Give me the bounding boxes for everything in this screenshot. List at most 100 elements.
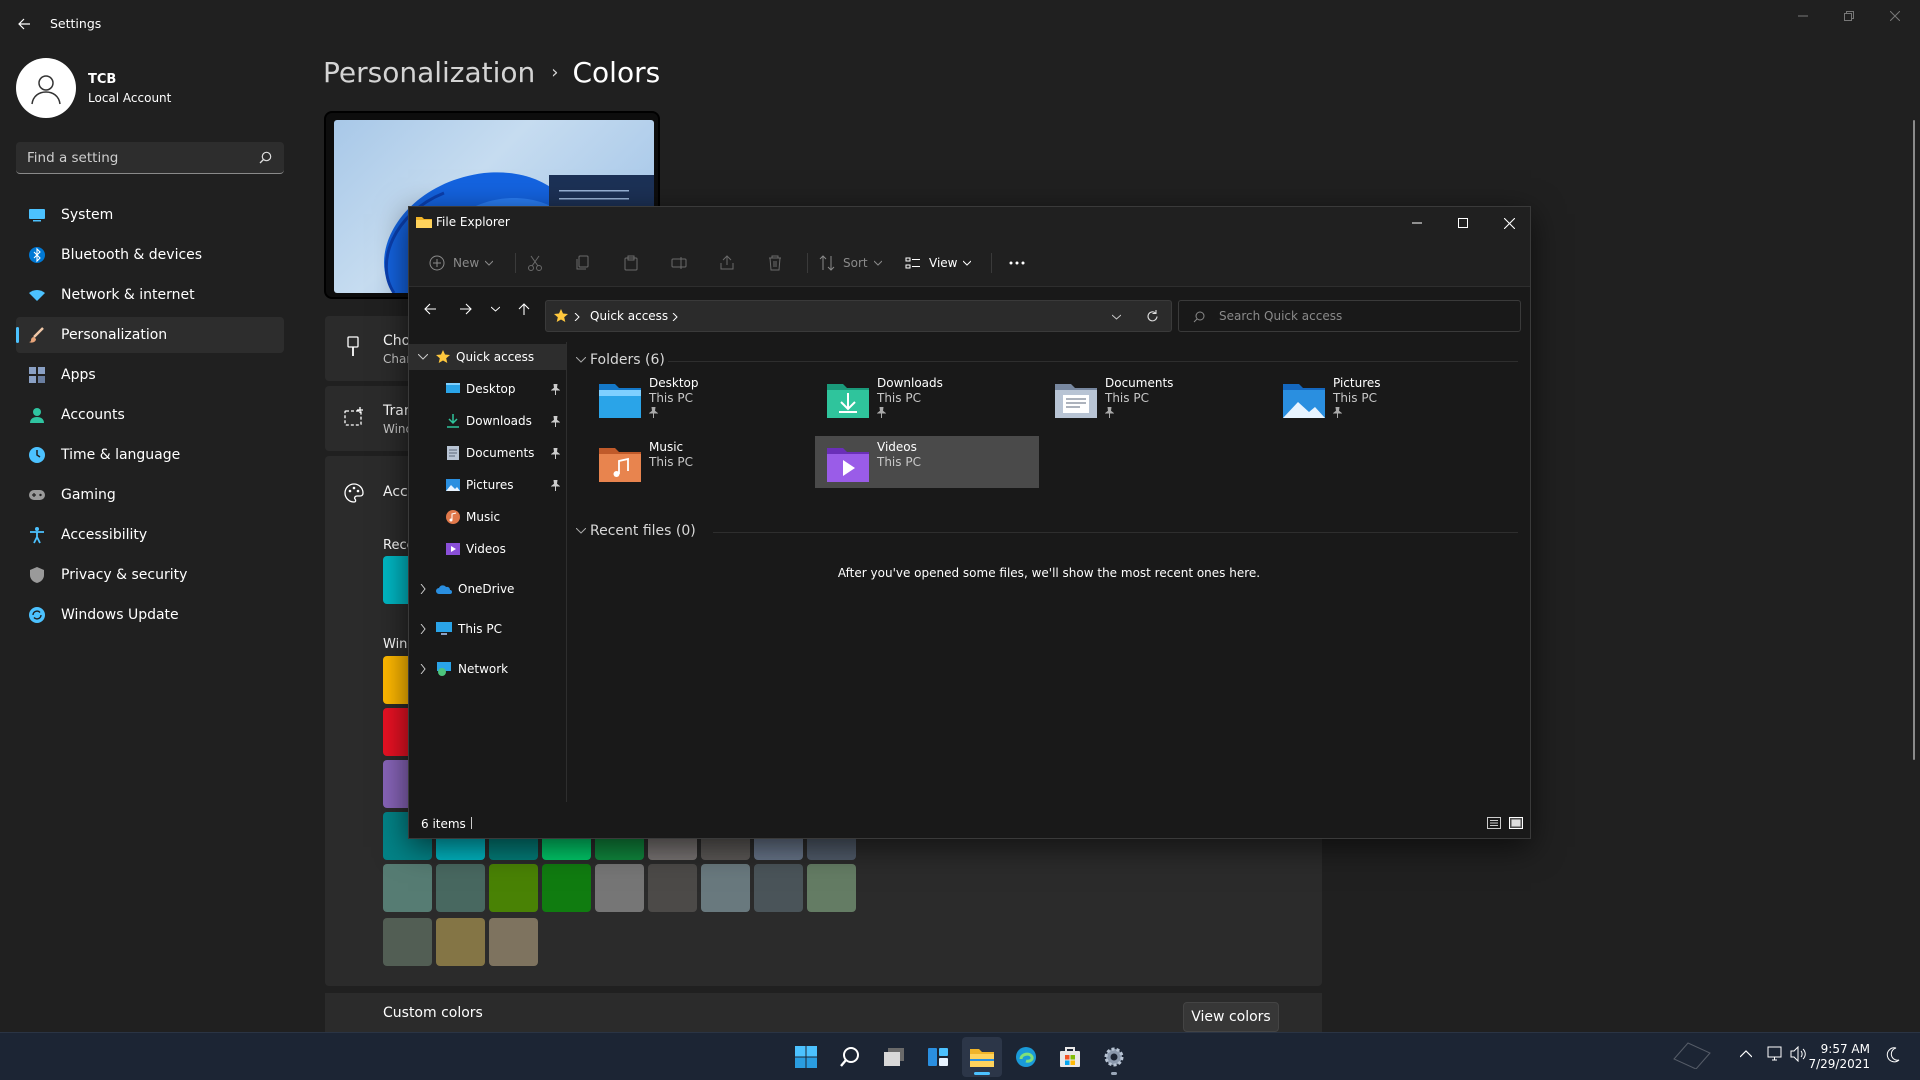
- sidebar-item-network[interactable]: Network: [409, 656, 566, 682]
- nav-item-apps[interactable]: Apps: [16, 357, 284, 393]
- sidebar-item-onedrive[interactable]: OneDrive: [409, 576, 566, 602]
- recent-locations-chevron-icon[interactable]: [483, 297, 507, 321]
- widgets-icon[interactable]: [918, 1037, 958, 1077]
- share-icon[interactable]: [719, 251, 735, 275]
- accent-color-swatch[interactable]: [383, 918, 432, 966]
- accent-color-swatch[interactable]: [489, 864, 538, 912]
- recent-files-group-header[interactable]: Recent files (0): [576, 523, 696, 539]
- nav-item-accounts[interactable]: Accounts: [16, 397, 284, 433]
- copy-icon[interactable]: [575, 251, 591, 275]
- folder-tile-documents[interactable]: Documents This PC: [1043, 372, 1267, 424]
- folder-tile-downloads[interactable]: Downloads This PC: [815, 372, 1039, 424]
- network-status-icon[interactable]: [1766, 1046, 1782, 1062]
- back-arrow-icon[interactable]: [418, 297, 442, 321]
- tiles-view-icon[interactable]: [1509, 817, 1523, 829]
- folder-tile-music[interactable]: Music This PC: [587, 436, 811, 488]
- focus-assist-moon-icon[interactable]: [1886, 1047, 1900, 1063]
- nav-item-personalization[interactable]: Personalization: [16, 317, 284, 353]
- close-icon[interactable]: [1486, 207, 1532, 239]
- accent-color-swatch[interactable]: [436, 918, 485, 966]
- accent-color-swatch[interactable]: [648, 864, 697, 912]
- paste-icon[interactable]: [623, 251, 639, 275]
- more-options-icon[interactable]: [1003, 251, 1031, 275]
- accent-color-swatch[interactable]: [754, 864, 803, 912]
- sidebar-item-this-pc[interactable]: This PC: [409, 616, 566, 642]
- recycle-bin-ghost-icon: [1673, 1042, 1711, 1069]
- new-label: New: [453, 256, 480, 270]
- nav-item-windows-update[interactable]: Windows Update: [16, 597, 284, 633]
- nav-item-system[interactable]: System: [16, 197, 284, 233]
- file-explorer-icon[interactable]: [962, 1037, 1002, 1077]
- minimize-icon[interactable]: [1780, 0, 1826, 32]
- rename-icon[interactable]: [671, 251, 687, 275]
- nav-item-bluetooth[interactable]: Bluetooth & devices: [16, 237, 284, 273]
- folder-tile-desktop[interactable]: Desktop This PC: [587, 372, 811, 424]
- content-pane: Folders (6) Desktop This PC Downloads Th…: [568, 342, 1530, 802]
- restore-icon[interactable]: [1826, 0, 1872, 32]
- videos-icon: [446, 543, 460, 555]
- refresh-icon[interactable]: [1146, 310, 1159, 323]
- chevron-up-icon[interactable]: [1740, 1050, 1752, 1058]
- view-button[interactable]: View: [905, 251, 972, 275]
- folder-tile-pictures[interactable]: Pictures This PC: [1271, 372, 1495, 424]
- nav-item-gaming[interactable]: Gaming: [16, 477, 284, 513]
- sidebar-item-videos[interactable]: Videos: [409, 536, 566, 562]
- clock[interactable]: 9:57 AM 7/29/2021: [1808, 1042, 1870, 1072]
- avatar[interactable]: [16, 58, 76, 118]
- sidebar-label: Pictures: [466, 478, 514, 492]
- forward-arrow-icon[interactable]: [453, 297, 477, 321]
- nav-item-time-language[interactable]: Time & language: [16, 437, 284, 473]
- nav-item-network[interactable]: Network & internet: [16, 277, 284, 313]
- nav-item-privacy[interactable]: Privacy & security: [16, 557, 284, 593]
- cut-icon[interactable]: [527, 251, 543, 275]
- sidebar-item-music[interactable]: Music: [409, 504, 566, 530]
- close-icon[interactable]: [1872, 0, 1918, 32]
- settings-search-input[interactable]: Find a setting: [16, 142, 284, 174]
- minimize-icon[interactable]: [1394, 207, 1440, 239]
- store-icon[interactable]: [1050, 1037, 1090, 1077]
- accent-color-swatch[interactable]: [489, 918, 538, 966]
- chevron-down-icon: [576, 357, 586, 363]
- task-view-icon[interactable]: [874, 1037, 914, 1077]
- start-icon[interactable]: [786, 1037, 826, 1077]
- sidebar-item-desktop[interactable]: Desktop: [409, 376, 566, 402]
- view-colors-button[interactable]: View colors: [1183, 1002, 1279, 1032]
- edge-icon[interactable]: [1006, 1037, 1046, 1077]
- accent-color-swatch[interactable]: [807, 864, 856, 912]
- details-view-icon[interactable]: [1487, 817, 1501, 829]
- sidebar-item-downloads[interactable]: Downloads: [409, 408, 566, 434]
- explorer-search-input[interactable]: Search Quick access: [1178, 300, 1521, 332]
- address-dropdown-chevron-icon[interactable]: [1112, 314, 1121, 320]
- nav-label: Gaming: [61, 487, 116, 503]
- up-arrow-icon[interactable]: [512, 297, 536, 321]
- sidebar-item-pictures[interactable]: Pictures: [409, 472, 566, 498]
- folders-group-header[interactable]: Folders (6): [576, 352, 665, 368]
- search-icon[interactable]: [830, 1037, 870, 1077]
- search-placeholder: Find a setting: [27, 150, 119, 166]
- delete-icon[interactable]: [767, 251, 783, 275]
- custom-colors-row: Custom colors: [325, 993, 1322, 1035]
- folder-tile-videos[interactable]: Videos This PC: [815, 436, 1039, 488]
- volume-icon[interactable]: [1790, 1046, 1806, 1062]
- sort-button[interactable]: Sort: [819, 251, 882, 275]
- back-arrow-icon[interactable]: [12, 12, 36, 36]
- new-button[interactable]: New: [429, 251, 494, 275]
- settings-icon[interactable]: [1094, 1037, 1134, 1077]
- time-language-icon: [27, 445, 47, 465]
- chevron-right-icon[interactable]: [672, 313, 678, 321]
- nav-item-accessibility[interactable]: Accessibility: [16, 517, 284, 553]
- breadcrumb-parent[interactable]: Personalization: [323, 56, 535, 89]
- sidebar-label: Videos: [466, 542, 506, 556]
- explorer-titlebar[interactable]: File Explorer: [409, 207, 1530, 239]
- accent-color-swatch[interactable]: [701, 864, 750, 912]
- settings-nav: System Bluetooth & devices Network & int…: [16, 197, 284, 637]
- accent-color-swatch[interactable]: [436, 864, 485, 912]
- maximize-icon[interactable]: [1440, 207, 1486, 239]
- accent-color-swatch[interactable]: [595, 864, 644, 912]
- scrollbar[interactable]: [1913, 120, 1915, 760]
- sidebar-item-documents[interactable]: Documents: [409, 440, 566, 466]
- sidebar-item-quick-access[interactable]: Quick access: [409, 344, 566, 370]
- address-bar[interactable]: Quick access: [545, 300, 1172, 332]
- accent-color-swatch[interactable]: [383, 864, 432, 912]
- accent-color-swatch[interactable]: [542, 864, 591, 912]
